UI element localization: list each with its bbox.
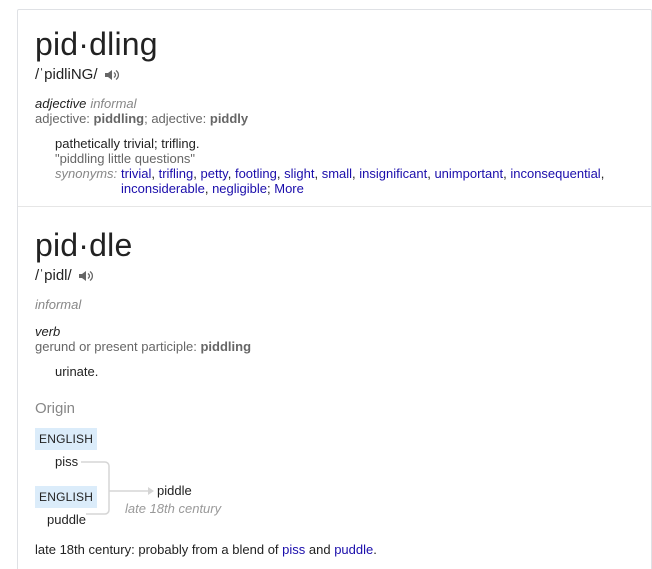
synonym-link[interactable]: footling (235, 166, 277, 181)
synonym-link[interactable]: petty (201, 166, 228, 181)
origin-date: late 18th century (125, 501, 222, 516)
register-label: informal (35, 297, 82, 312)
definition: urinate. (55, 364, 99, 379)
synonym-separator: , (204, 181, 213, 196)
synonym-separator: , (227, 166, 235, 181)
register-label: informal (90, 96, 137, 111)
link-puddle[interactable]: puddle (334, 542, 373, 557)
synonym-link[interactable]: trifling (159, 166, 194, 181)
phonetic-text: /ˈpidliNG/ (35, 66, 98, 83)
synonym-separator: , (193, 166, 201, 181)
headword-piddling: pid·dling (35, 26, 158, 62)
phonetic-piddle: /ˈpidl/ (35, 267, 94, 284)
part-of-speech: adjective informal (35, 96, 137, 111)
synonym-link[interactable]: trivial (121, 166, 151, 181)
origin-result-word: piddle (157, 483, 192, 498)
speaker-icon[interactable] (78, 269, 94, 283)
pos-label: adjective (35, 96, 87, 111)
phonetic-text: /ˈpidl/ (35, 267, 72, 284)
form-piddling: piddling (200, 339, 252, 354)
form-piddling: piddling (93, 111, 145, 126)
forms-label: gerund or present participle: (35, 339, 201, 354)
etymology-mid: and (305, 542, 335, 557)
forms-label-2: adjective: (151, 111, 210, 126)
forms-label: adjective: (35, 111, 94, 126)
language-badge: ENGLISH (35, 428, 98, 450)
origin-heading: Origin (35, 400, 76, 417)
synonym-list: trivial, trifling, petty, footling, slig… (121, 166, 631, 196)
synonym-link[interactable]: unimportant (434, 166, 503, 181)
origin-word-piss: piss (55, 454, 79, 469)
etymology-text: late 18th century: probably from a blend… (35, 542, 377, 557)
word-forms: adjective: piddling; adjective: piddly (35, 111, 248, 126)
etymology-prefix: late 18th century: probably from a blend… (35, 542, 283, 557)
part-of-speech: verb (35, 324, 61, 339)
synonym-separator: , (600, 166, 605, 181)
phonetic-piddling: /ˈpidliNG/ (35, 66, 120, 83)
synonym-link[interactable]: negligible (212, 181, 267, 196)
entry-divider (18, 206, 651, 207)
synonym-separator: , (151, 166, 159, 181)
headword-piddle: pid·dle (35, 227, 133, 263)
more-synonyms-link[interactable]: More (274, 181, 304, 196)
synonyms-label: synonyms: (55, 166, 118, 181)
synonym-link[interactable]: inconsequential (510, 166, 600, 181)
speaker-icon[interactable] (104, 68, 120, 82)
example-sentence: "piddling little questions" (55, 151, 196, 166)
word-forms: gerund or present participle: piddling (35, 339, 251, 354)
synonym-link[interactable]: insignificant (359, 166, 427, 181)
etymology-suffix: . (373, 542, 377, 557)
synonym-separator: , (314, 166, 322, 181)
form-piddly: piddly (209, 111, 249, 126)
dictionary-card: pid·dling /ˈpidliNG/ adjective informal a… (17, 9, 652, 569)
synonym-link[interactable]: inconsiderable (121, 181, 205, 196)
link-piss[interactable]: piss (282, 542, 305, 557)
synonym-link[interactable]: slight (284, 166, 314, 181)
synonym-link[interactable]: small (322, 166, 352, 181)
definition: pathetically trivial; trifling. (55, 136, 200, 151)
